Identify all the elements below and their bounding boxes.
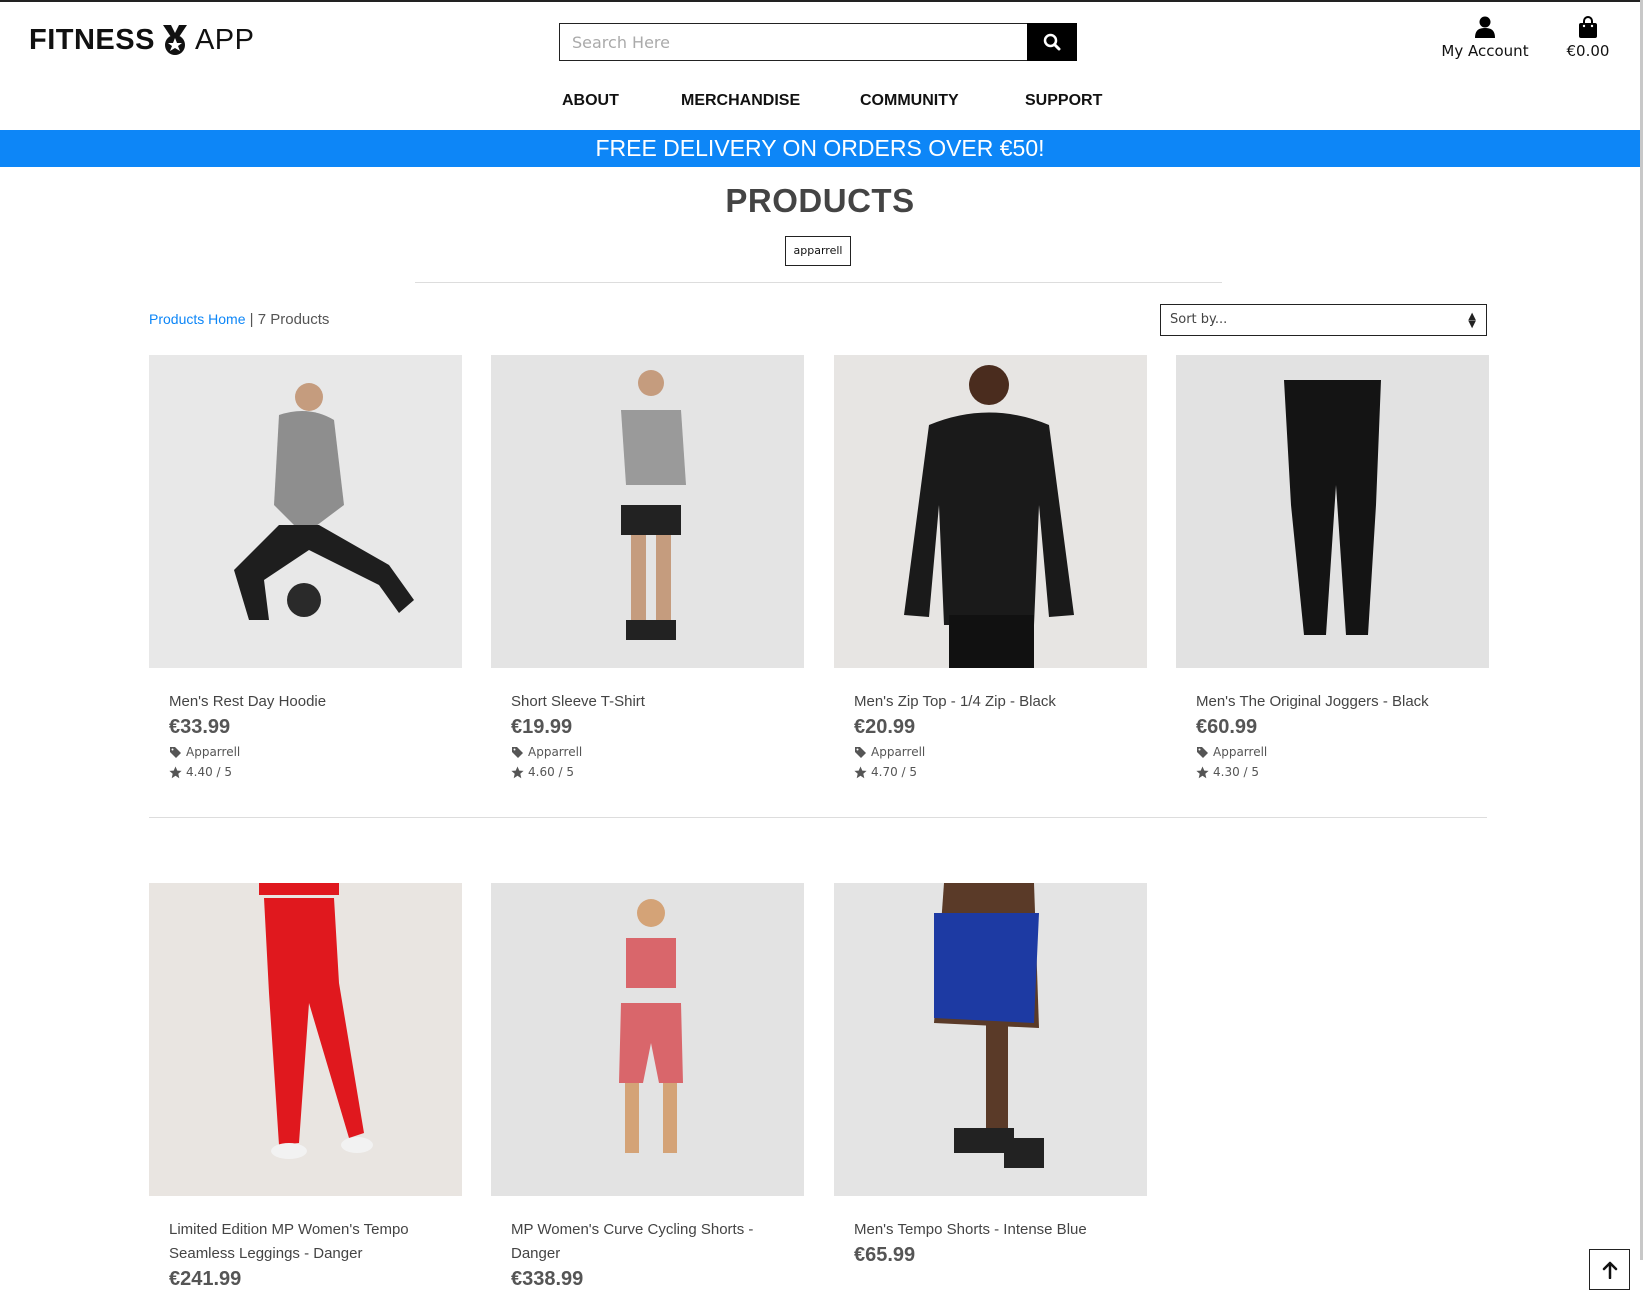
sort-select-value: Sort by... [1170, 312, 1228, 327]
product-rating: 4.60 / 5 [491, 765, 804, 779]
tag-icon [170, 746, 181, 758]
product-price: €60.99 [1196, 716, 1258, 738]
my-account-label: My Account [1441, 42, 1529, 60]
search-icon [1043, 33, 1061, 51]
product-photo [1176, 355, 1489, 668]
product-price: €338.99 [511, 1268, 584, 1290]
product-rating-value: 4.30 / 5 [1213, 765, 1260, 779]
arrow-up-icon [1602, 1261, 1617, 1279]
shopping-bag-icon [1579, 16, 1597, 38]
breadcrumb: Products Home | 7 Products [149, 311, 329, 328]
products-home-link[interactable]: Products Home [149, 311, 245, 327]
product-category-label: Apparrell [186, 745, 241, 759]
nav-support[interactable]: SUPPORT [1025, 92, 1102, 110]
medal-icon [162, 25, 187, 55]
product-card[interactable]: Limited Edition MP Women's Tempo Seamles… [149, 883, 462, 1291]
product-photo [834, 355, 1147, 668]
search-input[interactable] [559, 23, 1027, 61]
cart-link[interactable]: €0.00 [1556, 16, 1620, 60]
product-name[interactable]: Men's Rest Day Hoodie [149, 690, 462, 714]
tag-icon [1197, 746, 1208, 758]
product-photo [491, 883, 804, 1196]
product-image[interactable] [834, 355, 1147, 668]
product-category[interactable]: Apparrell [149, 745, 462, 759]
product-price: €241.99 [169, 1268, 242, 1290]
search-button[interactable] [1027, 23, 1077, 61]
product-photo [834, 883, 1147, 1196]
star-icon [511, 766, 524, 778]
product-category-label: Apparrell [528, 745, 583, 759]
product-category[interactable]: Apparrell [491, 745, 804, 759]
product-rating: 4.30 / 5 [1176, 765, 1489, 779]
logo-text-left: FITNESS [29, 23, 155, 56]
product-price: €20.99 [854, 716, 916, 738]
product-image[interactable] [149, 355, 462, 668]
product-category[interactable]: Apparrell [834, 745, 1147, 759]
product-name[interactable]: Men's The Original Joggers - Black [1176, 690, 1489, 714]
user-icon [1475, 16, 1495, 38]
divider [415, 282, 1222, 283]
nav-about[interactable]: ABOUT [562, 92, 619, 110]
back-to-top-button[interactable] [1589, 1249, 1630, 1290]
product-name[interactable]: Men's Zip Top - 1/4 Zip - Black [834, 690, 1147, 714]
product-card[interactable]: Short Sleeve T-Shirt €19.99 Apparrell 4.… [491, 355, 804, 779]
product-card[interactable]: MP Women's Curve Cycling Shorts - Danger… [491, 883, 804, 1291]
search-bar [559, 23, 1077, 61]
product-price: €33.99 [169, 716, 231, 738]
delivery-banner: FREE DELIVERY ON ORDERS OVER €50! [0, 130, 1640, 167]
sort-arrows-icon: ▲ ▼ [1468, 311, 1476, 330]
product-price: €65.99 [854, 1244, 916, 1266]
product-rating-value: 4.60 / 5 [528, 765, 575, 779]
product-name[interactable]: Short Sleeve T-Shirt [491, 690, 804, 714]
page-title: PRODUCTS [725, 182, 915, 219]
star-icon [169, 766, 182, 778]
product-card[interactable]: Men's Zip Top - 1/4 Zip - Black €20.99 A… [834, 355, 1147, 779]
product-rating: 4.40 / 5 [149, 765, 462, 779]
product-image[interactable] [491, 883, 804, 1196]
product-image[interactable] [491, 355, 804, 668]
active-filter-chip[interactable]: apparrell [785, 236, 851, 266]
product-rating-value: 4.70 / 5 [871, 765, 918, 779]
product-category-label: Apparrell [1213, 745, 1268, 759]
product-card[interactable]: Men's The Original Joggers - Black €60.9… [1176, 355, 1489, 779]
product-photo [149, 883, 462, 1196]
product-card[interactable]: Men's Tempo Shorts - Intense Blue €65.99 [834, 883, 1147, 1267]
product-name[interactable]: Men's Tempo Shorts - Intense Blue [834, 1218, 1147, 1242]
product-photo [491, 355, 804, 668]
product-image[interactable] [834, 883, 1147, 1196]
cart-total: €0.00 [1566, 42, 1610, 60]
tag-icon [512, 746, 523, 758]
product-photo [149, 355, 462, 668]
product-name[interactable]: Limited Edition MP Women's Tempo Seamles… [149, 1218, 462, 1266]
product-image[interactable] [149, 883, 462, 1196]
star-icon [854, 766, 867, 778]
site-logo[interactable]: FITNESS APP [29, 23, 255, 57]
tag-icon [855, 746, 866, 758]
nav-merchandise[interactable]: MERCHANDISE [681, 92, 800, 110]
product-name[interactable]: MP Women's Curve Cycling Shorts - Danger [491, 1218, 804, 1266]
product-price: €19.99 [511, 716, 573, 738]
product-category-label: Apparrell [871, 745, 926, 759]
product-rating-value: 4.40 / 5 [186, 765, 233, 779]
product-count: | 7 Products [249, 311, 330, 328]
logo-text-right: APP [194, 23, 255, 56]
my-account-link[interactable]: My Account [1430, 16, 1540, 60]
product-image[interactable] [1176, 355, 1489, 668]
star-icon [1196, 766, 1209, 778]
sort-select[interactable]: Sort by... ▲ ▼ [1160, 304, 1487, 336]
product-category[interactable]: Apparrell [1176, 745, 1489, 759]
product-rating: 4.70 / 5 [834, 765, 1147, 779]
product-card[interactable]: Men's Rest Day Hoodie €33.99 Apparrell 4… [149, 355, 462, 779]
divider [149, 817, 1487, 818]
nav-community[interactable]: COMMUNITY [860, 92, 959, 110]
